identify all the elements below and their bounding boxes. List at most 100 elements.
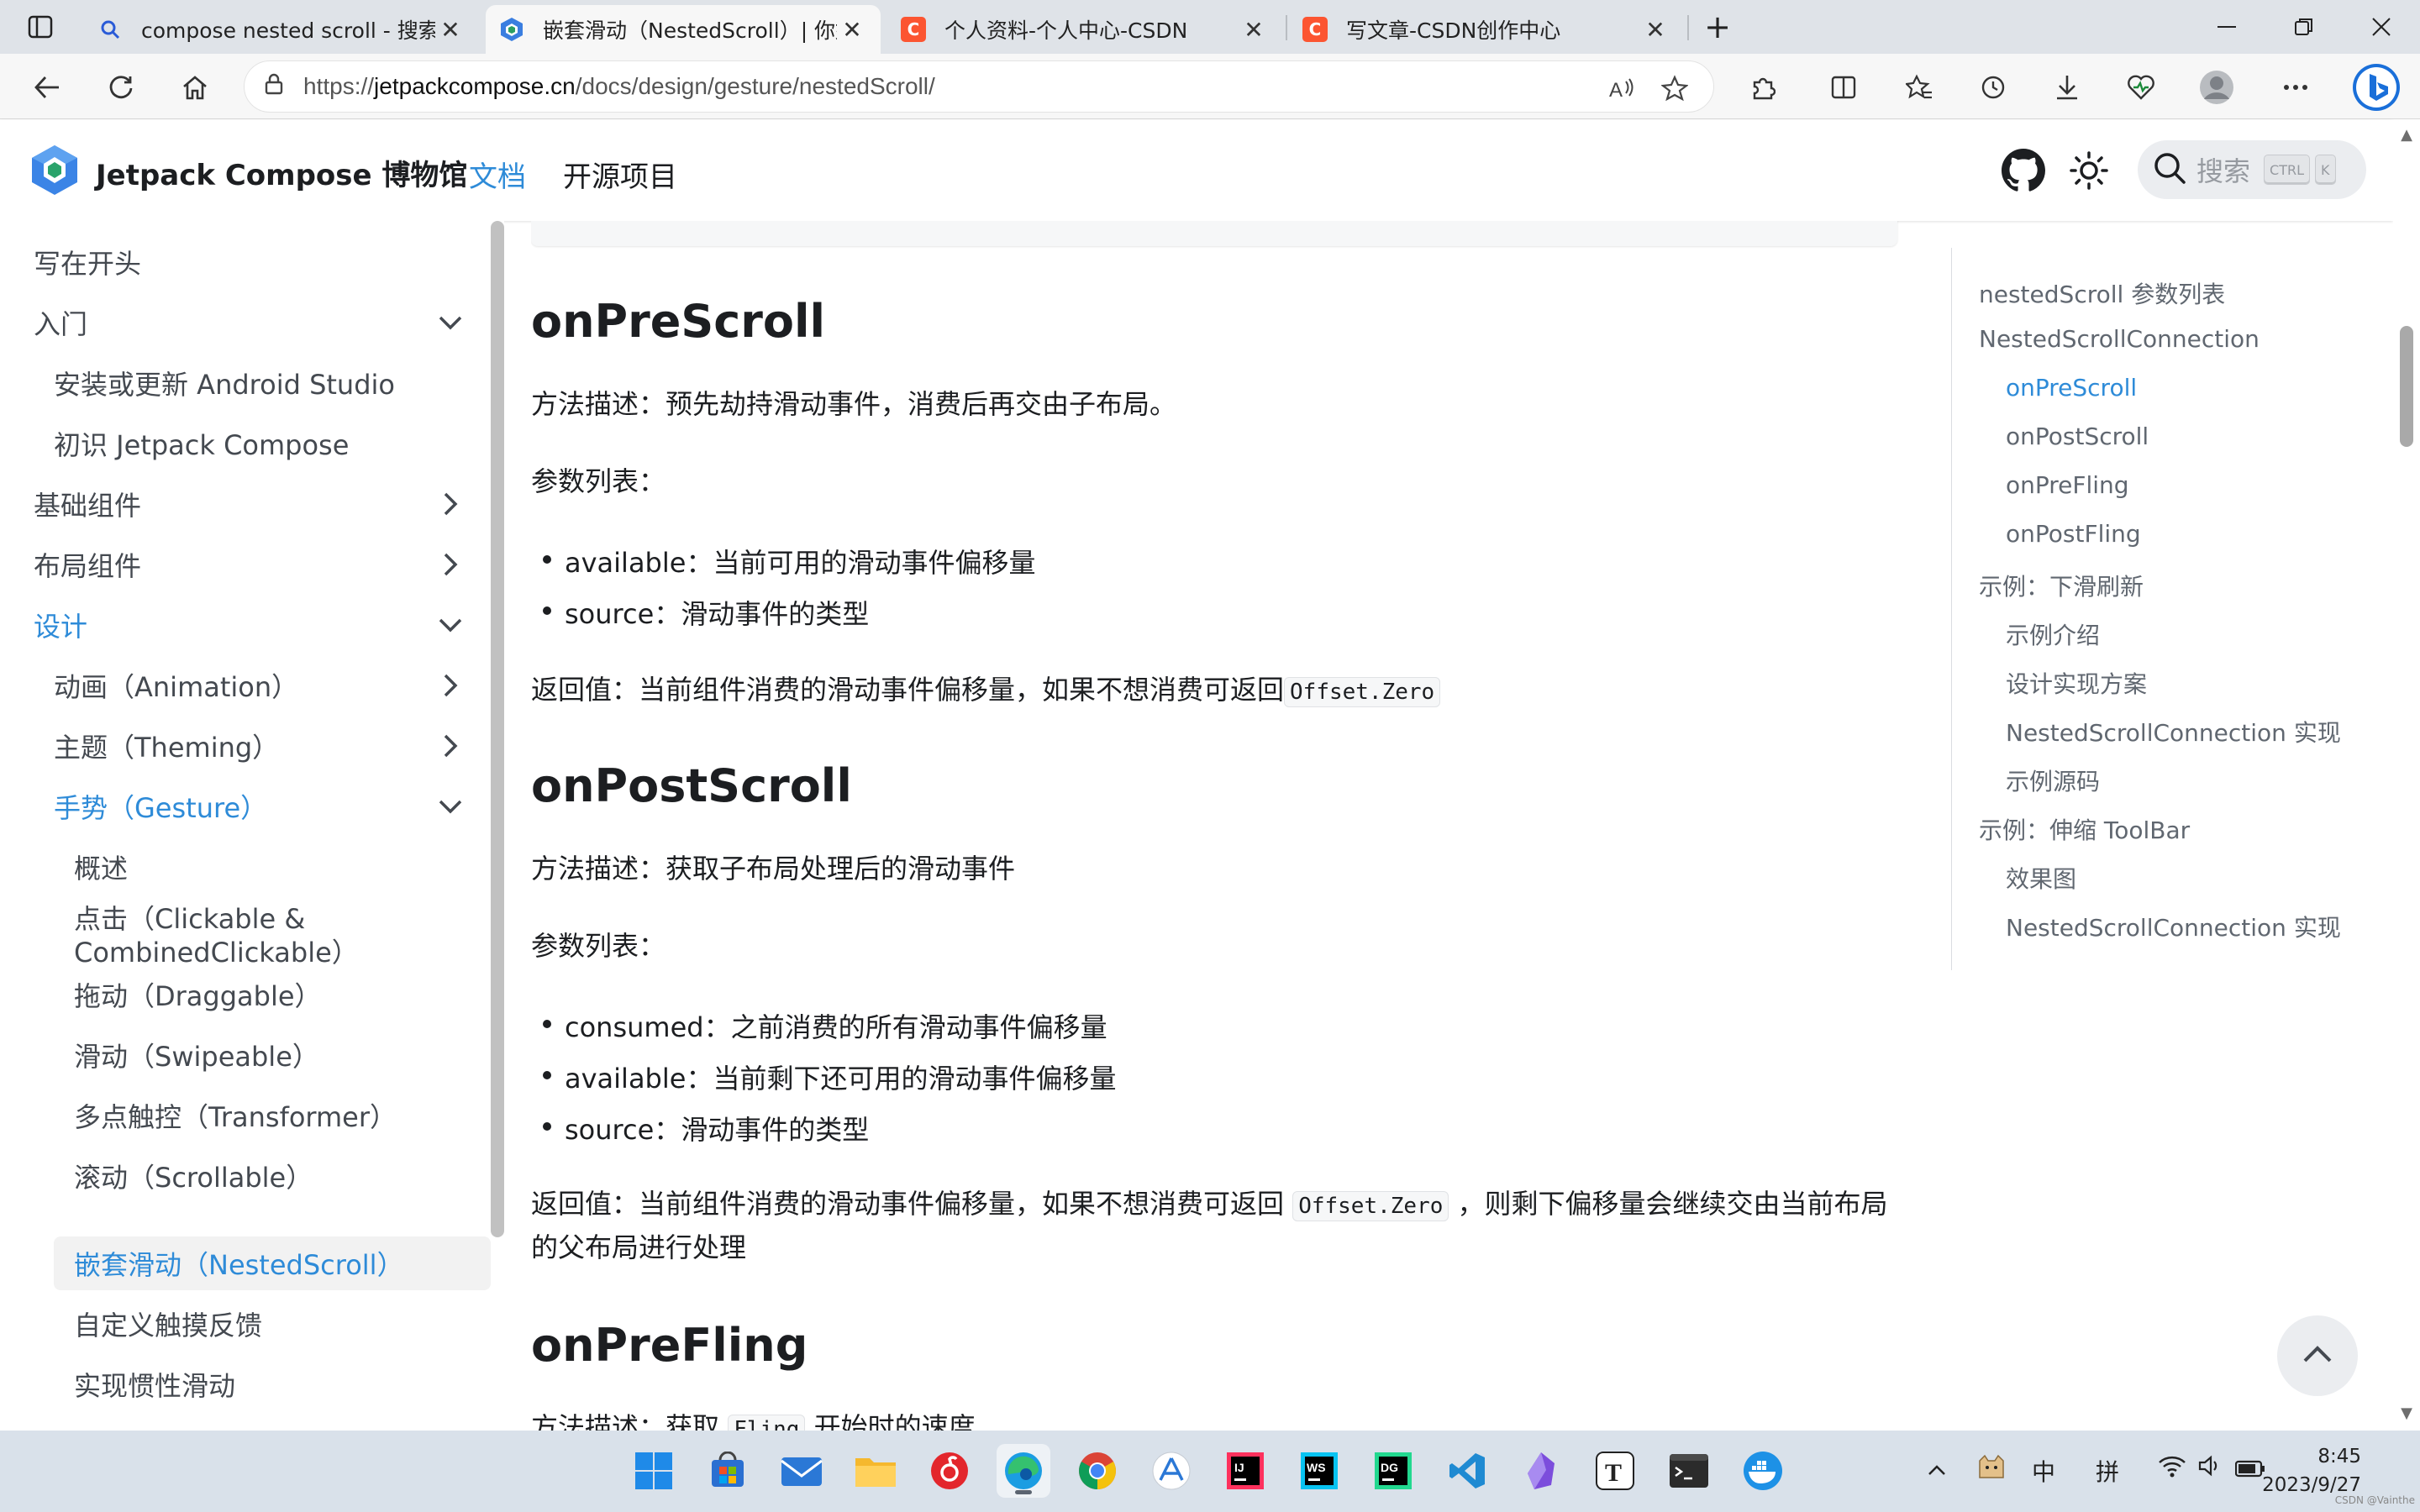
sidebar-item-nested-scroll[interactable]: 嵌套滑动（NestedScroll）: [54, 1236, 491, 1290]
toc-item-pull-refresh-example[interactable]: 示例：下滑刷新: [1979, 569, 2144, 602]
chevron-right-icon[interactable]: [432, 667, 469, 704]
chevron-down-icon[interactable]: [432, 788, 469, 825]
restore-button[interactable]: [2265, 0, 2343, 54]
chevron-right-icon[interactable]: [432, 727, 469, 764]
sidebar-item-theming[interactable]: 主题（Theming）: [0, 719, 491, 773]
sidebar-item-draggable[interactable]: 拖动（Draggable）: [0, 968, 491, 1021]
tray-app-cat-icon[interactable]: [1976, 1452, 2007, 1488]
sidebar-item-install-android-studio[interactable]: 安装或更新 Android Studio: [0, 356, 491, 410]
netease-music-icon[interactable]: [923, 1444, 976, 1498]
sidebar-item-custom-touch-feedback[interactable]: 自定义触摸反馈: [0, 1297, 491, 1351]
github-icon[interactable]: [2000, 147, 2047, 194]
favorites-icon[interactable]: [1896, 64, 1943, 111]
docker-icon[interactable]: [1736, 1444, 1790, 1498]
tab-csdn-write[interactable]: C 写文章-CSDN创作中心 ✕: [1289, 5, 1684, 54]
minimize-button[interactable]: [2188, 0, 2265, 54]
sidebar-item-layout-components[interactable]: 布局组件: [0, 538, 491, 591]
home-button[interactable]: [171, 64, 218, 111]
close-tab-icon[interactable]: ✕: [1239, 16, 1269, 44]
toc-item-example-intro[interactable]: 示例介绍: [2006, 617, 2100, 651]
microsoft-store-icon[interactable]: [701, 1444, 755, 1498]
chevron-down-icon[interactable]: [432, 304, 469, 341]
show-hidden-icons-chevron-up-icon[interactable]: [1928, 1454, 1946, 1482]
close-tab-icon[interactable]: ✕: [435, 16, 466, 44]
toc-item-onprefling[interactable]: onPreFling: [2006, 471, 2129, 499]
chevron-down-icon[interactable]: [432, 606, 469, 643]
back-to-top-button[interactable]: [2277, 1315, 2358, 1396]
windows-start-icon[interactable]: [627, 1444, 681, 1498]
file-explorer-icon[interactable]: [849, 1444, 902, 1498]
vscode-icon[interactable]: [1440, 1444, 1494, 1498]
back-button[interactable]: [24, 64, 71, 111]
jetpack-compose-logo[interactable]: [30, 144, 79, 196]
nav-open-source[interactable]: 开源项目: [563, 154, 677, 195]
sidebar-item-transformer[interactable]: 多点触控（Transformer）: [0, 1089, 491, 1142]
battery-icon[interactable]: [2234, 1456, 2265, 1483]
chevron-right-icon[interactable]: [432, 486, 469, 522]
ime-mode[interactable]: 拼: [2096, 1454, 2119, 1488]
sidebar-item-overview[interactable]: 概述: [0, 840, 491, 894]
chrome-icon[interactable]: [1071, 1444, 1124, 1498]
sidebar-item-inertial-scroll[interactable]: 实现惯性滑动: [0, 1357, 491, 1411]
chevron-right-icon[interactable]: [432, 546, 469, 583]
lock-icon[interactable]: [245, 73, 303, 101]
toc-item-example-source[interactable]: 示例源码: [2006, 764, 2100, 797]
ime-language[interactable]: 中: [2032, 1454, 2055, 1488]
toc-item-nestedscroll-params[interactable]: nestedScroll 参数列表: [1979, 276, 2225, 310]
tab-actions-icon[interactable]: [3, 0, 77, 54]
sidebar-item-basic-components[interactable]: 基础组件: [0, 477, 491, 531]
toc-item-onpostfling[interactable]: onPostFling: [2006, 520, 2141, 548]
obsidian-icon[interactable]: [1514, 1444, 1568, 1498]
profile-avatar[interactable]: [2193, 64, 2240, 111]
close-tab-icon[interactable]: ✕: [1640, 16, 1670, 44]
sidebar-item-getting-started[interactable]: 入门: [0, 296, 491, 349]
toc-item-nestedscrollconnection[interactable]: NestedScrollConnection: [1979, 325, 2260, 353]
sidebar-item-clickable[interactable]: 点击（Clickable & CombinedClickable）: [0, 899, 491, 969]
toc-item-design-plan[interactable]: 设计实现方案: [2006, 666, 2147, 700]
typora-icon[interactable]: T: [1588, 1444, 1642, 1498]
app-store-icon[interactable]: [1144, 1444, 1198, 1498]
sidebar-item-first-look[interactable]: 初识 Jetpack Compose: [0, 417, 491, 470]
sidebar-scrollbar[interactable]: [491, 221, 504, 1237]
history-icon[interactable]: [1970, 64, 2017, 111]
page-scrollbar-track[interactable]: [2393, 120, 2420, 1431]
address-bar[interactable]: https://jetpackcompose.cn/docs/design/ge…: [244, 60, 1714, 113]
intellij-idea-icon[interactable]: IJ: [1218, 1444, 1272, 1498]
new-tab-button[interactable]: +: [1681, 0, 1754, 54]
sidebar-item-gesture[interactable]: 手势（Gesture）: [0, 780, 491, 833]
edge-icon[interactable]: [997, 1444, 1050, 1498]
more-menu-icon[interactable]: [2272, 64, 2319, 111]
sidebar-item-scrollable[interactable]: 滚动（Scrollable）: [0, 1149, 491, 1203]
system-clock[interactable]: 8:45 2023/9/27: [2262, 1442, 2361, 1499]
sidebar-item-swipeable[interactable]: 滑动（Swipeable）: [0, 1028, 491, 1082]
scroll-up-arrow-icon[interactable]: ▲: [2396, 126, 2417, 144]
theme-toggle-sun-icon[interactable]: [2065, 147, 2112, 194]
copilot-icon[interactable]: [2349, 60, 2403, 114]
close-window-button[interactable]: [2343, 0, 2420, 54]
browser-essentials-icon[interactable]: [2118, 64, 2165, 111]
toc-item-onpostscroll[interactable]: onPostScroll: [2006, 423, 2149, 450]
page-scrollbar-thumb[interactable]: [2400, 326, 2413, 447]
datagrip-icon[interactable]: DG: [1366, 1444, 1420, 1498]
sidebar-item-design[interactable]: 设计: [0, 598, 491, 652]
site-name[interactable]: Jetpack Compose 博物馆: [96, 152, 467, 193]
scroll-down-arrow-icon[interactable]: ▼: [2396, 1404, 2417, 1422]
sidebar-item-intro[interactable]: 写在开头: [0, 235, 491, 289]
toc-item-onprescroll[interactable]: onPreScroll: [2006, 374, 2137, 402]
tab-csdn-profile[interactable]: C 个人资料-个人中心-CSDN ✕: [887, 5, 1282, 54]
wifi-icon[interactable]: [2158, 1454, 2186, 1483]
tab-nested-scroll[interactable]: 嵌套滑动（NestedScroll）| 你好 ✕: [486, 5, 881, 54]
doc-search-button[interactable]: 搜索 CTRL K: [2138, 140, 2366, 199]
tab-search[interactable]: compose nested scroll - 搜索 ✕: [84, 5, 479, 54]
read-aloud-icon[interactable]: A: [1604, 71, 1638, 105]
split-screen-icon[interactable]: [1820, 64, 1867, 111]
toc-item-connection-impl-2[interactable]: NestedScrollConnection 实现: [2006, 910, 2341, 943]
refresh-button[interactable]: [97, 64, 145, 111]
volume-icon[interactable]: [2198, 1454, 2223, 1483]
close-tab-icon[interactable]: ✕: [837, 16, 867, 44]
extensions-icon[interactable]: [1739, 64, 1786, 111]
mail-icon[interactable]: [775, 1444, 829, 1498]
toc-item-toolbar-example[interactable]: 示例：伸缩 ToolBar: [1979, 812, 2190, 846]
toc-item-preview[interactable]: 效果图: [2006, 861, 2076, 895]
webstorm-icon[interactable]: WS: [1292, 1444, 1346, 1498]
